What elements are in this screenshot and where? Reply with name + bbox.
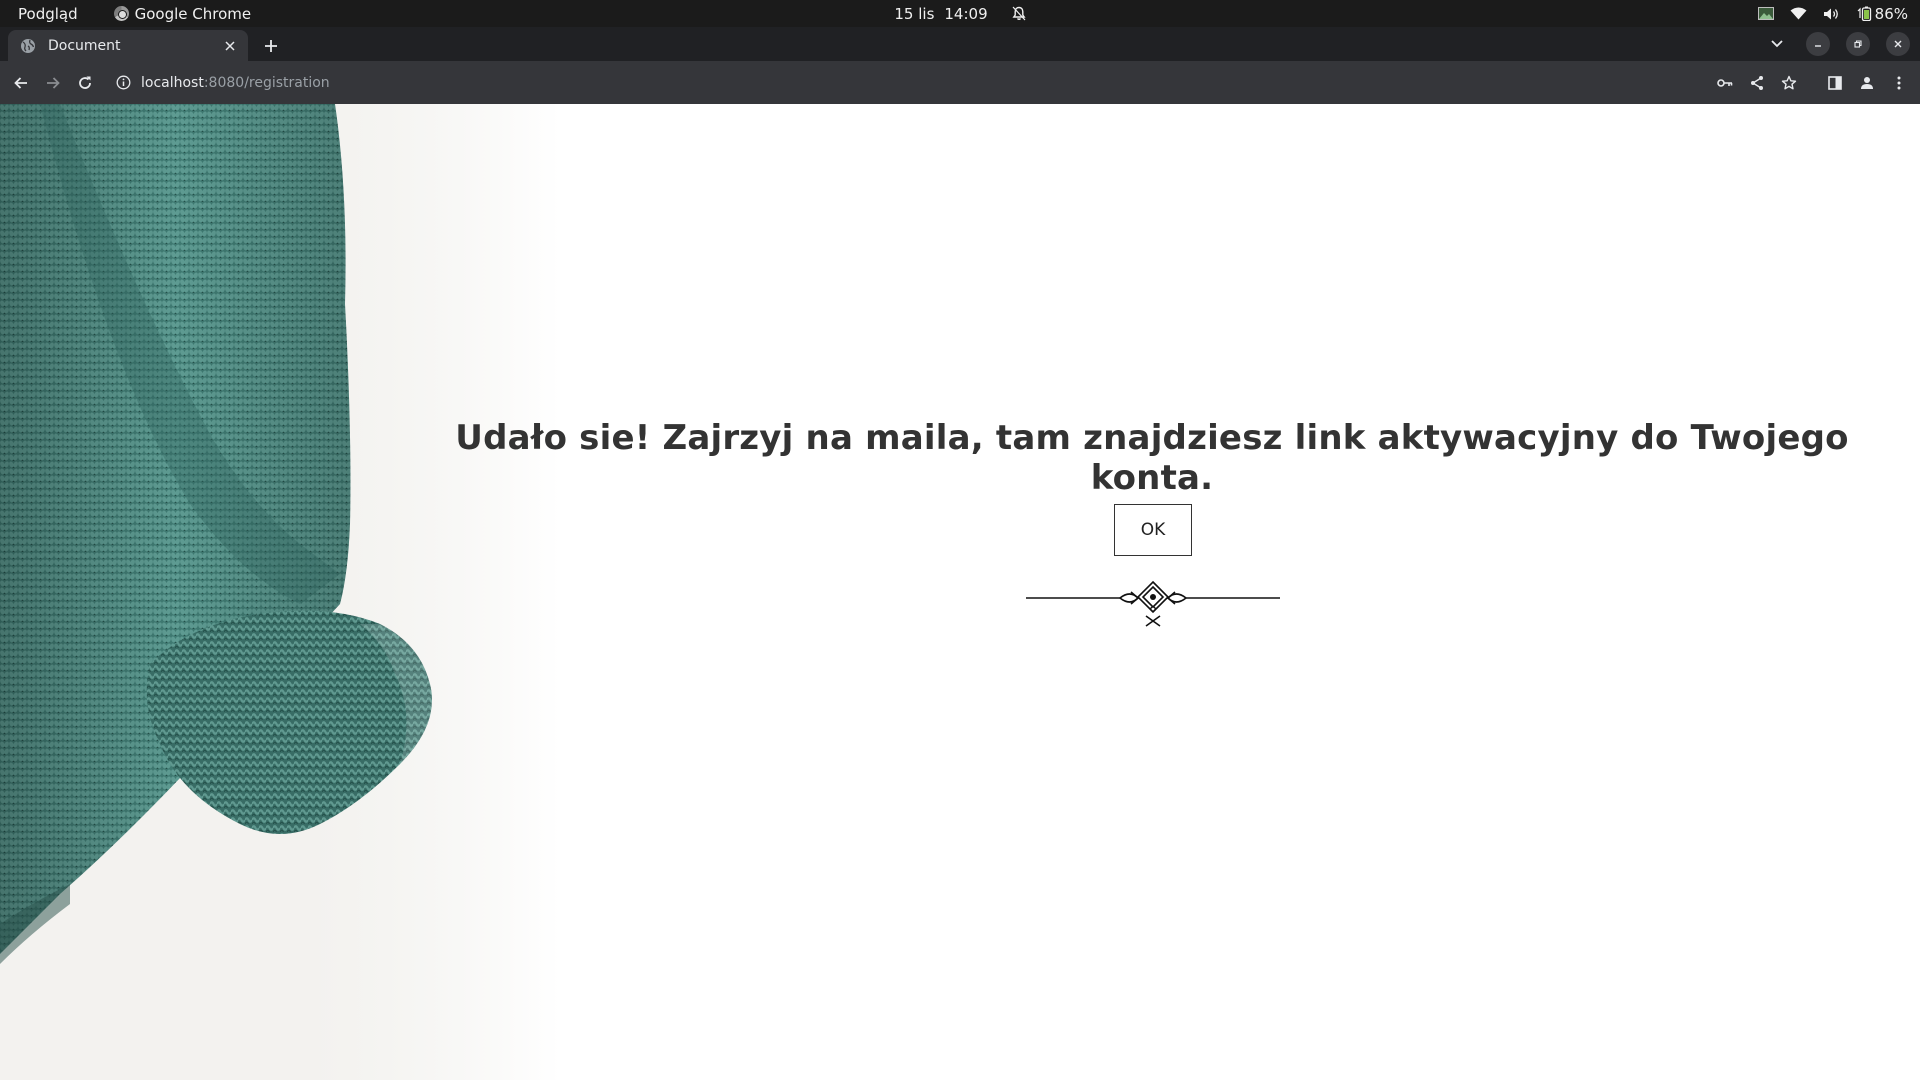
new-tab-button[interactable] (258, 33, 284, 59)
os-time: 14:09 (944, 4, 988, 23)
window-minimize-button[interactable] (1806, 32, 1830, 56)
minimize-icon (1815, 45, 1821, 47)
os-activities-label[interactable]: Podgląd (18, 5, 78, 23)
tab-title: Document (48, 37, 121, 54)
reload-icon (79, 76, 91, 89)
window-restore-button[interactable] (1846, 32, 1870, 56)
password-key-icon[interactable] (1712, 70, 1738, 96)
profile-icon[interactable] (1854, 70, 1880, 96)
confirmation-panel: Udało sie! Zajrzyj na maila, tam znajdzi… (440, 104, 1920, 1080)
registration-success-message: Udało sie! Zajrzyj na maila, tam znajdzi… (455, 418, 1849, 498)
tab-search-button[interactable] (1764, 31, 1790, 57)
kebab-menu-icon[interactable] (1886, 70, 1912, 96)
battery-percent: 86% (1874, 4, 1908, 23)
volume-icon[interactable] (1823, 7, 1840, 21)
browser-toolbar: localhost:8080/registration (0, 61, 1920, 104)
reload-button[interactable] (69, 67, 101, 99)
forward-button[interactable] (37, 67, 69, 99)
os-app-name: Google Chrome (134, 4, 252, 23)
arrow-left-icon (14, 76, 27, 89)
battery-icon (1857, 6, 1871, 21)
browser-tab-strip: Document (0, 27, 1920, 61)
tab-close-icon[interactable] (220, 36, 240, 56)
info-icon[interactable] (116, 75, 131, 90)
bookmark-star-icon[interactable] (1776, 70, 1802, 96)
restore-icon (1854, 40, 1862, 48)
os-app-menu[interactable]: Google Chrome (113, 4, 252, 23)
browser-tab-document[interactable]: Document (8, 30, 248, 61)
tray-image-icon[interactable] (1757, 7, 1774, 20)
address-bar[interactable]: localhost:8080/registration (108, 66, 1718, 99)
chevron-down-icon (1771, 40, 1783, 48)
plus-icon (265, 40, 277, 52)
url-host: localhost (141, 74, 204, 91)
close-icon (1894, 40, 1902, 48)
wifi-icon[interactable] (1790, 7, 1807, 20)
os-top-bar: Podgląd Google Chrome 15 lis 14:09 86% (0, 0, 1920, 27)
notification-bell-icon[interactable] (1012, 6, 1026, 21)
decorative-divider-icon (1026, 580, 1280, 627)
os-clock[interactable]: 15 lis 14:09 (894, 5, 987, 23)
window-close-button[interactable] (1886, 32, 1910, 56)
globe-icon (20, 38, 36, 54)
os-date: 15 lis (894, 4, 935, 23)
share-icon[interactable] (1744, 70, 1770, 96)
chrome-logo-icon (113, 6, 129, 21)
battery-indicator[interactable]: 86% (1856, 5, 1908, 23)
back-button[interactable] (5, 67, 37, 99)
arrow-right-icon (47, 76, 60, 89)
url-path: :8080/registration (203, 74, 330, 91)
url-text: localhost:8080/registration (141, 75, 330, 91)
ok-button[interactable]: OK (1114, 504, 1192, 556)
side-panel-icon[interactable] (1822, 70, 1848, 96)
page-viewport: Udało sie! Zajrzyj na maila, tam znajdzi… (0, 104, 1920, 1080)
